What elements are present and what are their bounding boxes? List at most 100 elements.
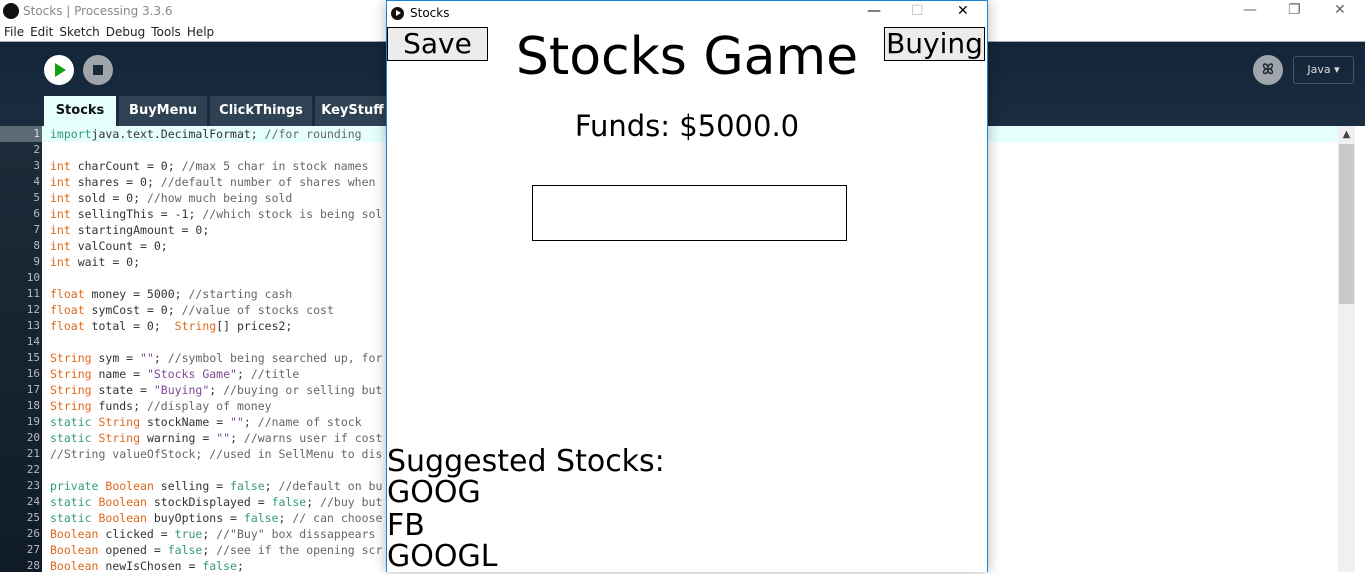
code-token: //buying or selling but <box>223 383 383 397</box>
close-button[interactable]: ✕ <box>1334 2 1346 18</box>
minimize-button[interactable]: — <box>1243 2 1257 18</box>
tab-stocks[interactable]: Stocks <box>44 96 116 126</box>
line-number: 6 <box>33 207 40 220</box>
line-number: 27 <box>26 543 40 556</box>
code-token: wait = 0; <box>70 255 141 269</box>
line-number: 22 <box>26 463 40 476</box>
code-token: stockDisplayed = <box>146 495 272 509</box>
code-token: Boolean <box>50 559 99 573</box>
code-token: ; <box>278 511 293 525</box>
suggested-stock[interactable]: GOOGL <box>387 539 497 574</box>
code-token: java.text.DecimalFormat; <box>91 127 265 141</box>
line-number: 26 <box>26 527 40 540</box>
line-number: 19 <box>26 415 40 428</box>
tab-keystuff[interactable]: KeyStuff <box>315 96 390 126</box>
code-token: startingAmount = 0; <box>70 223 210 237</box>
processing-play-icon <box>391 7 404 20</box>
suggested-stock[interactable]: FB <box>387 508 425 543</box>
code-token: String <box>98 431 141 445</box>
line-number: 8 <box>33 239 40 252</box>
line-number: 15 <box>26 351 40 364</box>
restore-button[interactable]: ❐ <box>1288 2 1301 18</box>
editor-scrollbar[interactable]: ▲ <box>1338 126 1355 572</box>
code-token: static <box>50 511 92 525</box>
code-token: charCount = 0; <box>70 159 182 173</box>
line-number: 7 <box>33 223 40 236</box>
line-number: 13 <box>26 319 40 332</box>
code-token: ; <box>209 383 224 397</box>
scrollbar-thumb[interactable] <box>1339 144 1354 304</box>
menu-file[interactable]: File <box>4 25 24 39</box>
sketch-minimize-button[interactable]: — <box>867 3 881 19</box>
code-token: int <box>50 191 71 205</box>
code-token: Boolean <box>98 495 147 509</box>
tab-clickthings[interactable]: ClickThings <box>210 96 312 126</box>
code-token: //symbol being searched up, for <box>167 351 383 365</box>
menu-debug[interactable]: Debug <box>106 25 145 39</box>
code-token: ; <box>306 495 321 509</box>
line-number: 11 <box>26 287 40 300</box>
code-token: sym = <box>91 351 141 365</box>
code-token: //name of stock <box>257 415 362 429</box>
code-token: //which stock is being sol <box>202 207 383 221</box>
code-token: warning = <box>140 431 217 445</box>
line-number: 4 <box>33 175 40 188</box>
code-token: money = 5000; <box>84 287 189 301</box>
scroll-up-icon[interactable]: ▲ <box>1338 126 1355 143</box>
stock-search-box[interactable] <box>532 185 847 241</box>
line-number: 10 <box>26 271 40 284</box>
line-number-gutter: 1 2 3 4 5 6 7 8 9 10 11 12 13 14 15 16 17 18 19 20 21 22 23 24 2… <box>0 126 42 572</box>
code-token: Boolean <box>50 527 99 541</box>
menu-sketch[interactable]: Sketch <box>59 25 99 39</box>
code-token: //warns user if cost <box>243 431 383 445</box>
menu-help[interactable]: Help <box>187 25 214 39</box>
code-token: String <box>50 367 92 381</box>
line-number: 23 <box>26 479 40 492</box>
sketch-close-button[interactable]: ✕ <box>957 3 969 19</box>
code-token: ; <box>236 559 244 573</box>
stop-button[interactable] <box>83 55 113 85</box>
code-token: ; <box>202 543 217 557</box>
suggested-heading: Suggested Stocks: <box>387 444 665 479</box>
code-token: int <box>50 223 71 237</box>
code-token: sellingThis = -1; <box>70 207 203 221</box>
menu-edit[interactable]: Edit <box>30 25 53 39</box>
code-token: private <box>50 479 99 493</box>
run-button[interactable] <box>44 55 74 85</box>
code-token: //buy but <box>320 495 383 509</box>
funds-display: Funds: $5000.0 <box>574 109 800 143</box>
code-token: import <box>50 127 92 141</box>
code-token: int <box>50 159 71 173</box>
code-token: int <box>50 175 71 189</box>
line-number: 1 <box>0 126 42 142</box>
code-token: //max 5 char in stock names <box>181 159 369 173</box>
line-number: 17 <box>26 383 40 396</box>
code-token: String <box>174 319 217 333</box>
code-token: false <box>202 559 237 573</box>
code-token: Boolean <box>50 543 99 557</box>
sketch-window: Stocks — ☐ ✕ Save Buying Stocks Game Fun… <box>386 0 988 574</box>
code-token: sold = 0; <box>70 191 147 205</box>
mode-selector[interactable]: Java ▾ <box>1293 56 1354 84</box>
code-token: buyOptions = <box>146 511 244 525</box>
menu-tools[interactable]: Tools <box>151 25 181 39</box>
code-token: int <box>50 255 71 269</box>
code-token: "" <box>216 431 231 445</box>
line-number: 9 <box>33 255 40 268</box>
code-token: String <box>50 399 92 413</box>
line-number: 20 <box>26 431 40 444</box>
tab-buymenu[interactable]: BuyMenu <box>119 96 207 126</box>
line-number: 14 <box>26 335 40 348</box>
code-token: //title <box>250 367 300 381</box>
ide-window-title: Stocks | Processing 3.3.6 <box>23 4 173 18</box>
code-token: false <box>271 495 307 509</box>
code-token: false <box>167 543 203 557</box>
suggested-stock[interactable]: GOOG <box>387 475 481 510</box>
sketch-maximize-button[interactable]: ☐ <box>911 3 924 19</box>
code-token: selling = <box>153 479 231 493</box>
code-token: //for rounding <box>264 127 362 141</box>
debugger-butterfly-icon[interactable]: ꕤ <box>1253 55 1283 85</box>
code-token: static <box>50 415 92 429</box>
code-token: float <box>50 303 85 317</box>
code-token: shares = 0; <box>70 175 161 189</box>
